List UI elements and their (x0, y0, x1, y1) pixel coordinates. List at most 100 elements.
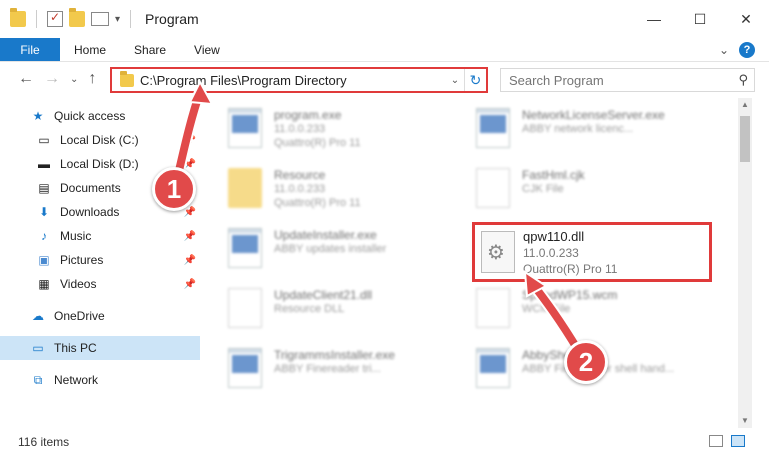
download-icon: ⬇ (38, 205, 50, 219)
back-icon[interactable]: ← (18, 70, 34, 88)
tab-file[interactable]: File (0, 38, 60, 61)
expand-ribbon-icon[interactable]: ⌄ (719, 43, 729, 57)
file-product: Quattro(R) Pro 11 (274, 137, 361, 149)
file-description: Resource DLL (274, 303, 345, 315)
chevron-down-icon[interactable]: ⌄ (446, 75, 464, 86)
sidebar-item-onedrive[interactable]: ☁ OneDrive (0, 304, 200, 328)
file-item[interactable]: NetworkLicenseServer.exe ABBY network li… (460, 100, 700, 156)
sidebar-item-label: Local Disk (D:) (60, 157, 139, 171)
documents-icon: ▤ (38, 181, 50, 195)
details-view-icon[interactable] (709, 435, 723, 447)
scroll-down-icon[interactable]: ▼ (738, 414, 752, 428)
file-item[interactable]: program.exe 11.0.0.233 Quattro(R) Pro 11 (212, 100, 452, 156)
search-box[interactable]: ⚲ (500, 68, 755, 92)
refresh-icon[interactable]: ↻ (464, 69, 486, 91)
document-icon (476, 168, 510, 208)
properties-icon[interactable] (47, 10, 63, 27)
exe-file-icon (228, 108, 262, 148)
sidebar-item-pictures[interactable]: ▣ Pictures 📌 (0, 248, 200, 272)
scroll-thumb[interactable] (740, 116, 750, 162)
search-icon[interactable]: ⚲ (738, 72, 748, 88)
file-item[interactable]: Resource 11.0.0.233 Quattro(R) Pro 11 (212, 160, 452, 216)
document-icon (476, 288, 510, 328)
file-name: SpeedWP15.wcm (522, 288, 618, 302)
sidebar-item-this-pc[interactable]: ▭ This PC (0, 336, 200, 360)
forward-icon[interactable]: → (44, 70, 60, 88)
sidebar-item-quick-access[interactable]: ★ Quick access (0, 104, 200, 128)
file-item[interactable]: SpeedWP15.wcm WCM File (460, 280, 700, 336)
file-item[interactable]: UpdateInstaller.exe ABBY updates install… (212, 220, 452, 276)
scroll-up-icon[interactable]: ▲ (738, 98, 752, 112)
tab-view[interactable]: View (180, 38, 234, 61)
minimize-button[interactable]: — (631, 0, 677, 38)
file-name: UpdateInstaller.exe (274, 228, 377, 242)
help-icon[interactable]: ? (739, 42, 755, 58)
file-product: Quattro(R) Pro 11 (523, 262, 618, 276)
file-item[interactable]: UpdateClient21.dll Resource DLL (212, 280, 452, 336)
recent-locations-icon[interactable]: ⌄ (70, 74, 78, 85)
sidebar-item-label: Quick access (54, 109, 126, 123)
file-version: 11.0.0.233 (274, 123, 326, 135)
tab-share[interactable]: Share (120, 38, 180, 61)
step-badge-2: 2 (564, 340, 608, 384)
sidebar-item-local-disk-c[interactable]: ▭ Local Disk (C:) 📌 (0, 128, 200, 152)
up-icon[interactable]: ↑ (88, 70, 96, 88)
navigation-bar: ← → ⌄ ↑ C:\Program Files\Program Directo… (0, 62, 769, 96)
drive-icon: ▭ (38, 133, 50, 147)
network-icon: ⧉ (33, 372, 43, 387)
sidebar-item-music[interactable]: ♪ Music 📌 (0, 224, 200, 248)
sidebar-item-videos[interactable]: ▦ Videos 📌 (0, 272, 200, 296)
status-bar: 116 items (0, 430, 769, 454)
file-version: 11.0.0.233 (523, 246, 579, 260)
vertical-scrollbar[interactable]: ▲ ▼ (738, 98, 752, 428)
new-folder-icon[interactable] (69, 8, 85, 27)
file-name: TrigrammsInstaller.exe (274, 348, 395, 362)
pin-icon: 📌 (183, 230, 196, 242)
close-button[interactable]: ✕ (723, 0, 769, 38)
divider (130, 10, 132, 28)
folder-icon (228, 168, 262, 208)
pin-icon: 📌 (183, 254, 196, 266)
quick-access-toolbar: ▾ Program (0, 8, 199, 28)
toolbar-dropdown-icon[interactable]: ▾ (115, 14, 120, 25)
file-name: Resource (274, 168, 326, 182)
music-icon: ♪ (41, 229, 47, 243)
file-description: WCM File (522, 303, 571, 315)
nav-buttons: ← → ⌄ ↑ (0, 70, 96, 88)
pin-icon: 📌 (183, 134, 196, 146)
navigation-pane: ★ Quick access ▭ Local Disk (C:) 📌 ▬ Loc… (0, 100, 210, 430)
customize-toolbar-icon[interactable] (91, 12, 109, 26)
folder-icon (10, 8, 26, 27)
large-icons-view-icon[interactable] (731, 435, 745, 447)
ribbon-controls: ⌄ ? (719, 42, 755, 58)
dll-file-icon (228, 288, 262, 328)
sidebar-item-network[interactable]: ⧉ Network (0, 368, 200, 392)
exe-file-icon (476, 108, 510, 148)
file-item[interactable]: TrigrammsInstaller.exe ABBY Finereader t… (212, 340, 452, 396)
file-name: NetworkLicenseServer.exe (522, 108, 665, 122)
gear-icon (481, 231, 515, 273)
tab-home[interactable]: Home (60, 38, 120, 61)
maximize-button[interactable]: ☐ (677, 0, 723, 38)
item-count: 116 items (18, 435, 70, 449)
file-name: program.exe (274, 108, 342, 122)
search-input[interactable] (509, 72, 719, 88)
file-name: FastHml.cjk (522, 168, 585, 182)
window-controls: — ☐ ✕ (631, 0, 769, 38)
star-icon: ★ (32, 109, 44, 123)
divider (36, 10, 37, 28)
sidebar-item-label: Music (60, 229, 92, 243)
sidebar-item-label: Downloads (60, 205, 120, 219)
exe-file-icon (228, 348, 262, 388)
sidebar-item-label: OneDrive (54, 309, 105, 323)
window-title: Program (145, 11, 199, 27)
pin-icon: 📌 (183, 278, 196, 290)
address-bar[interactable]: C:\Program Files\Program Directory ⌄ ↻ (110, 67, 488, 93)
highlighted-file-item[interactable]: qpw110.dll 11.0.0.233 Quattro(R) Pro 11 (472, 222, 712, 282)
file-description: CJK File (522, 183, 564, 195)
file-item[interactable]: FastHml.cjk CJK File (460, 160, 700, 216)
address-path[interactable]: C:\Program Files\Program Directory (140, 73, 446, 88)
pin-icon: 📌 (183, 206, 196, 218)
step-badge-1: 1 (152, 167, 196, 211)
folder-icon (120, 70, 134, 87)
